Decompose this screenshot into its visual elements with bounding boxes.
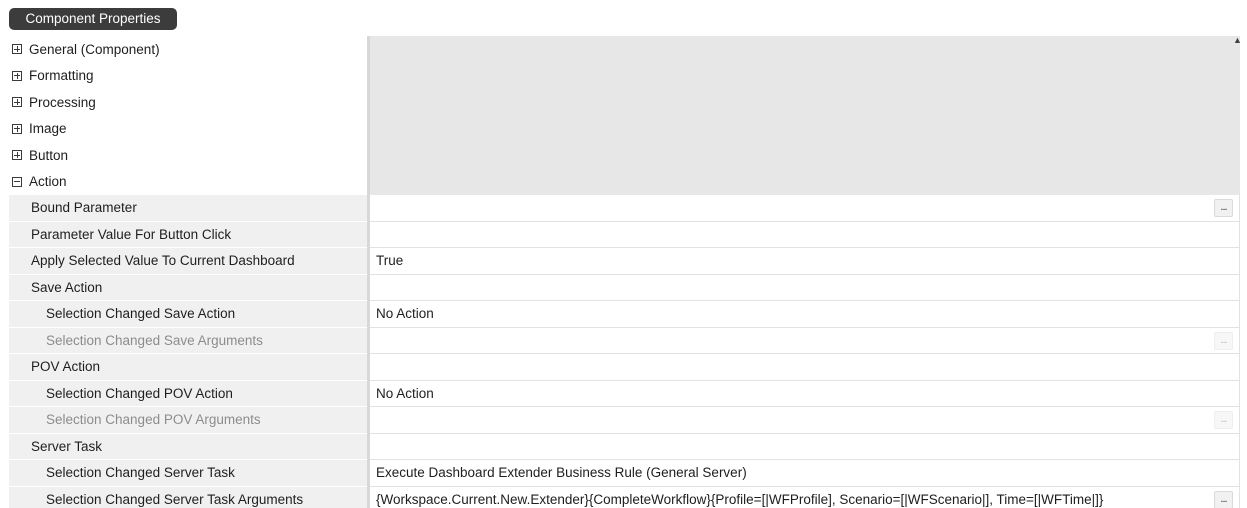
property-value: Execute Dashboard Extender Business Rule…	[376, 465, 747, 481]
property-label: Selection Changed Server Task	[9, 460, 367, 487]
property-label: Selection Changed Save Action	[9, 301, 367, 328]
plus-box-icon[interactable]	[12, 44, 22, 55]
group-value-empty	[370, 354, 1240, 381]
property-value: {Workspace.Current.New.Extender}{Complet…	[376, 492, 1104, 508]
save-changed-arguments-value[interactable]: ...	[370, 327, 1240, 354]
property-group-save-action: Save Action	[9, 274, 1240, 301]
category-name-cell: Button	[9, 142, 367, 169]
group-value-empty	[370, 433, 1240, 460]
server-changed-arguments-value[interactable]: {Workspace.Current.New.Extender}{Complet…	[370, 486, 1240, 508]
category-button[interactable]: Button	[9, 142, 1240, 169]
property-row-server-changed-task[interactable]: Selection Changed Server Task Execute Da…	[9, 460, 1240, 487]
property-group-server-task: Server Task	[9, 433, 1240, 460]
plus-box-icon[interactable]	[12, 70, 22, 81]
pov-changed-action-value[interactable]: No Action	[370, 380, 1240, 407]
plus-box-icon[interactable]	[12, 150, 22, 161]
category-label: Formatting	[29, 68, 94, 84]
category-action[interactable]: Action	[9, 168, 1240, 195]
pov-changed-arguments-value[interactable]: ...	[370, 407, 1240, 434]
property-row-apply-selected[interactable]: Apply Selected Value To Current Dashboar…	[9, 248, 1240, 275]
category-name-cell: Processing	[9, 89, 367, 116]
property-value: No Action	[376, 385, 434, 401]
group-value-empty	[370, 274, 1240, 301]
save-changed-action-value[interactable]: No Action	[370, 301, 1240, 328]
category-label: Image	[29, 121, 67, 137]
parameter-value-field[interactable]	[370, 221, 1240, 248]
property-row-parameter-value[interactable]: Parameter Value For Button Click	[9, 221, 1240, 248]
plus-box-icon[interactable]	[12, 123, 22, 134]
category-name-cell: Action	[9, 168, 367, 195]
category-formatting[interactable]: Formatting	[9, 62, 1240, 89]
ellipsis-icon[interactable]: ...	[1214, 490, 1233, 508]
property-label: Selection Changed POV Arguments	[9, 407, 367, 434]
property-row-bound-parameter[interactable]: Bound Parameter ...	[9, 195, 1240, 222]
ellipsis-icon[interactable]: ...	[1214, 331, 1233, 350]
property-label: Selection Changed Save Arguments	[9, 327, 367, 354]
group-label: POV Action	[9, 354, 367, 381]
group-label: Save Action	[9, 274, 367, 301]
category-name-cell: Formatting	[9, 62, 367, 89]
bound-parameter-value[interactable]: ...	[370, 195, 1240, 222]
property-row-save-changed-action[interactable]: Selection Changed Save Action No Action	[9, 301, 1240, 328]
category-image[interactable]: Image	[9, 115, 1240, 142]
property-row-server-changed-arguments[interactable]: Selection Changed Server Task Arguments …	[9, 486, 1240, 508]
ellipsis-icon[interactable]: ...	[1214, 199, 1233, 217]
category-label: General (Component)	[29, 41, 160, 57]
property-value: True	[376, 253, 404, 269]
category-general[interactable]: General (Component)	[9, 36, 1240, 63]
property-value: No Action	[376, 306, 434, 322]
category-name-cell: General (Component)	[9, 36, 367, 63]
server-changed-task-value[interactable]: Execute Dashboard Extender Business Rule…	[370, 460, 1240, 487]
property-label: Selection Changed POV Action	[9, 380, 367, 407]
scroll-up-arrow-icon[interactable]: ▲	[1233, 34, 1242, 46]
group-label: Server Task	[9, 433, 367, 460]
category-name-cell: Image	[9, 115, 367, 142]
property-label: Apply Selected Value To Current Dashboar…	[9, 248, 367, 275]
property-row-save-changed-arguments[interactable]: Selection Changed Save Arguments ...	[9, 327, 1240, 354]
category-label: Button	[29, 147, 69, 163]
property-row-pov-changed-arguments[interactable]: Selection Changed POV Arguments ...	[9, 407, 1240, 434]
plus-box-icon[interactable]	[12, 97, 22, 108]
category-label: Action	[29, 174, 67, 190]
property-label: Parameter Value For Button Click	[9, 221, 367, 248]
category-label: Processing	[29, 94, 96, 110]
ellipsis-icon[interactable]: ...	[1214, 411, 1233, 429]
component-properties-tab[interactable]: Component Properties	[9, 8, 177, 30]
apply-selected-value[interactable]: True	[370, 248, 1240, 275]
property-group-pov-action: POV Action	[9, 354, 1240, 381]
property-label: Bound Parameter	[9, 195, 367, 222]
category-processing[interactable]: Processing	[9, 89, 1240, 116]
property-label: Selection Changed Server Task Arguments	[9, 486, 367, 508]
minus-box-icon[interactable]	[12, 176, 22, 187]
column-divider[interactable]	[367, 36, 370, 508]
property-grid: General (Component) Formatting Processin…	[9, 36, 1240, 508]
property-row-pov-changed-action[interactable]: Selection Changed POV Action No Action	[9, 380, 1240, 407]
